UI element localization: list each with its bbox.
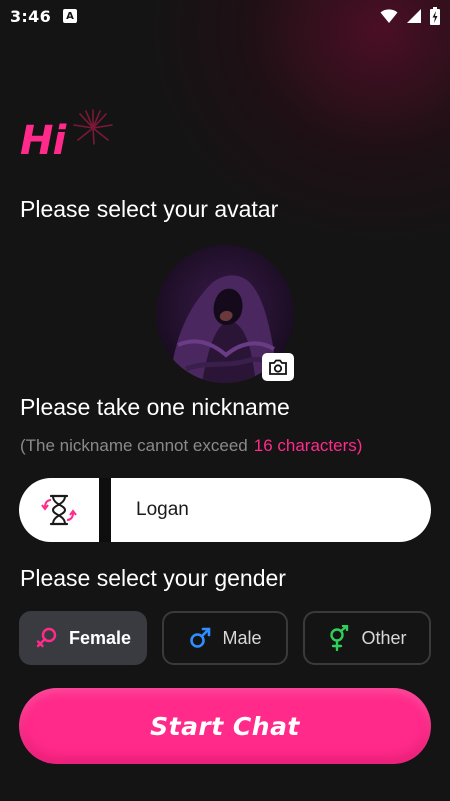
gender-female-button[interactable]: Female [19, 611, 147, 665]
app-logo: Hi [20, 108, 130, 164]
nickname-input[interactable] [111, 478, 431, 542]
female-icon [36, 627, 57, 648]
status-icons [380, 7, 440, 25]
gender-other-button[interactable]: Other [303, 611, 431, 665]
start-chat-button[interactable]: Start Chat [19, 688, 431, 764]
other-gender-icon [330, 625, 349, 651]
nickname-divider [99, 478, 111, 542]
gender-female-label: Female [68, 627, 132, 648]
hourglass-shuffle-icon [41, 494, 77, 526]
nickname-hint-text: (The nickname cannot exceed [20, 436, 248, 455]
avatar-section-title: Please select your avatar [20, 196, 279, 222]
avatar-picker[interactable] [156, 245, 296, 385]
firework-icon [73, 109, 113, 145]
camera-button[interactable] [262, 353, 294, 381]
nickname-hint: (The nickname cannot exceed 16 characters… [20, 436, 362, 456]
nickname-section-title: Please take one nickname [20, 394, 290, 420]
camera-icon [269, 359, 287, 375]
nickname-hint-limit: 16 characters) [253, 436, 363, 455]
nickname-field-row [19, 478, 431, 542]
gender-options: Female Male Other [19, 611, 431, 665]
random-nickname-button[interactable] [19, 478, 99, 542]
gender-male-label: Male [222, 627, 262, 648]
status-time: 3:46 [10, 6, 51, 26]
notification-badge: A [63, 9, 77, 23]
male-icon [190, 627, 211, 648]
gender-male-button[interactable]: Male [162, 611, 288, 665]
wifi-icon [380, 9, 398, 23]
gender-section-title: Please select your gender [20, 565, 286, 591]
signal-icon [407, 9, 421, 23]
logo-text: Hi [20, 118, 66, 164]
status-bar: 3:46 A [0, 0, 450, 32]
battery-icon [430, 7, 440, 25]
gender-other-label: Other [361, 627, 407, 648]
